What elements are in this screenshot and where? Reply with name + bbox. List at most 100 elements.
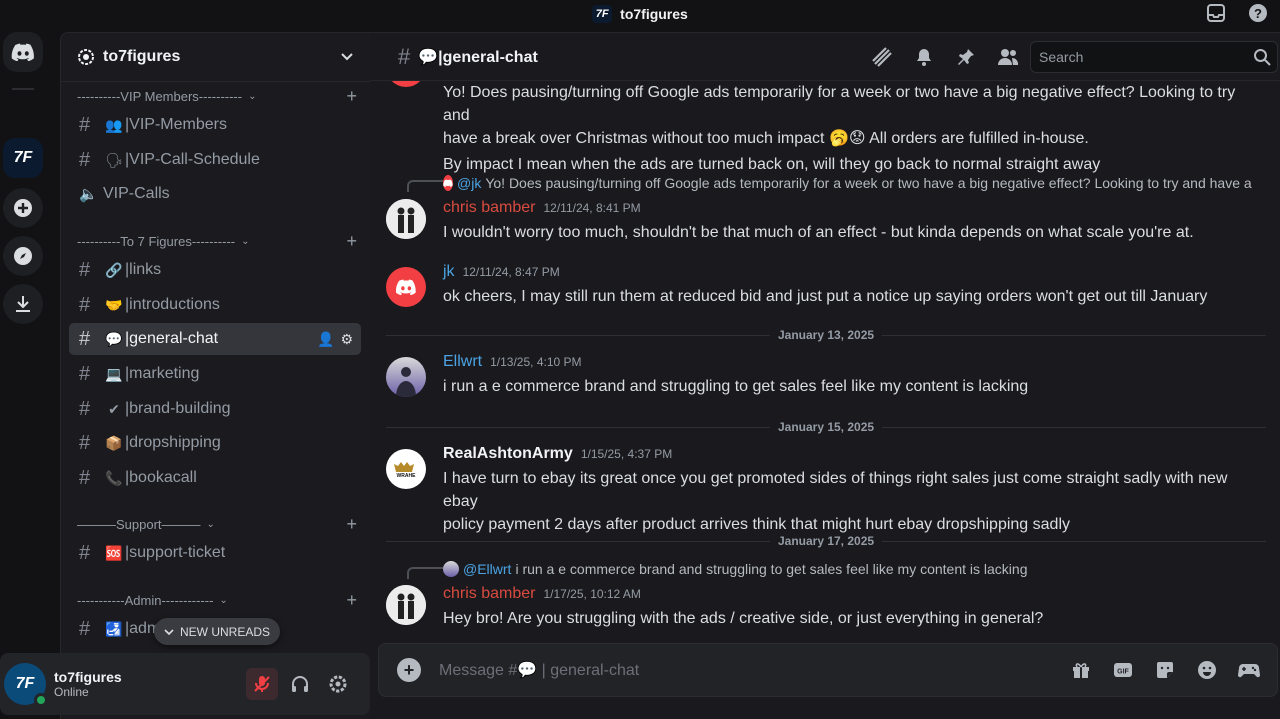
channel-label: |links (125, 261, 162, 278)
username[interactable]: to7figures (54, 669, 122, 685)
add-server-button[interactable] (3, 188, 43, 228)
reply-author[interactable]: @jk (457, 175, 481, 191)
pinned-messages-icon[interactable] (954, 45, 978, 69)
reply-preview[interactable]: @jk Yo! Does pausing/turning off Google … (443, 175, 1253, 191)
reply-connector (407, 180, 443, 192)
channel-dropshipping[interactable]: # 📦 |dropshipping (69, 427, 361, 459)
channel-general-chat[interactable]: # 💬 |general-chat 👤 ⚙ (69, 323, 361, 355)
server-to7figures-button[interactable]: 7F (3, 138, 43, 178)
channel-emoji: 💬 (105, 330, 123, 347)
discover-button[interactable] (3, 236, 43, 276)
message-author[interactable]: chris bamber (443, 585, 535, 603)
reply-preview[interactable]: @Ellwrt i run a e commerce brand and str… (443, 561, 1253, 577)
channel-vip-members[interactable]: # 👥 |VIP-Members (69, 109, 361, 141)
channel-brand-building[interactable]: # ✔ |brand-building (69, 393, 361, 425)
message-composer[interactable]: + Message #💬 | general-chat GIF (378, 643, 1278, 697)
message-input[interactable]: Message #💬 | general-chat (439, 660, 639, 680)
gear-icon (329, 675, 347, 693)
threads-icon[interactable] (870, 45, 894, 69)
date-divider: January 17, 2025 (386, 534, 1266, 548)
add-channel-icon[interactable]: + (346, 86, 357, 107)
message-text: By impact I mean when the ads are turned… (443, 156, 1101, 173)
channel-support-ticket[interactable]: # 🆘 |support-ticket (69, 537, 361, 569)
add-channel-icon[interactable]: + (346, 231, 357, 252)
ellwrt-avatar[interactable] (386, 357, 426, 397)
ellwrt-avatar-mini (443, 561, 459, 577)
invite-members-icon[interactable]: 👤 (317, 331, 334, 348)
mute-microphone-button[interactable] (246, 668, 278, 700)
channel-introductions[interactable]: # 🤝 |introductions (69, 289, 361, 321)
text-channel-icon: # (398, 43, 411, 69)
channel-label: |marketing (125, 365, 200, 382)
reply-text: Yo! Does pausing/turning off Google ads … (485, 175, 1253, 191)
user-panel: 7F to7figures Online (0, 653, 370, 715)
message-author[interactable]: Ellwrt (443, 353, 482, 371)
user-settings-button[interactable] (322, 668, 354, 700)
channel-settings-icon[interactable]: ⚙ (340, 331, 353, 348)
svg-text:?: ? (1254, 6, 1262, 21)
new-unreads-button[interactable]: NEW UNREADS (154, 618, 281, 645)
channel-vip-call-schedule[interactable]: # 🗣 |VIP-Call-Schedule (69, 144, 361, 176)
message-author[interactable]: RealAshtonArmy (443, 445, 573, 463)
message-text: policy payment 2 days after product arri… (443, 516, 1070, 533)
chris-bamber-avatar[interactable] (386, 585, 426, 625)
emoji-icon[interactable] (1195, 658, 1219, 682)
message-text: i run a e commerce brand and struggling … (443, 378, 1029, 395)
gift-icon[interactable] (1069, 658, 1093, 682)
reply-author[interactable]: @Ellwrt (463, 561, 511, 577)
direct-messages-button[interactable] (3, 32, 43, 72)
text-channel-locked-icon: # (79, 148, 91, 171)
chevron-down-icon: ⌄ (219, 594, 228, 606)
category-vip-members[interactable]: ----------VIP Members---------- ⌄ + (75, 86, 357, 107)
headphones-icon (292, 676, 308, 692)
add-channel-icon[interactable]: + (346, 514, 357, 535)
inbox-icon[interactable] (1206, 3, 1226, 23)
microphone-muted-icon (254, 676, 270, 692)
channel-vip-calls[interactable]: 🔈 VIP-Calls (69, 178, 361, 210)
deafen-button[interactable] (284, 668, 316, 700)
category-to-7-figures[interactable]: ----------To 7 Figures---------- ⌄ + (75, 231, 357, 252)
date-divider: January 13, 2025 (386, 328, 1266, 342)
discord-avatar-icon[interactable] (386, 81, 426, 87)
message-timestamp: 12/11/24, 8:41 PM (543, 201, 641, 215)
gif-icon[interactable]: GIF (1111, 658, 1135, 682)
channel-bookacall[interactable]: # 📞 |bookacall (69, 462, 361, 494)
category-support[interactable]: ———Support——— ⌄ + (75, 514, 357, 535)
discord-avatar-mini-icon (443, 175, 453, 191)
channel-header: # 💬|general-chat Search (370, 33, 1280, 81)
message-author[interactable]: jk (443, 263, 455, 281)
apps-gamepad-icon[interactable] (1237, 658, 1261, 682)
help-icon[interactable]: ? (1248, 3, 1268, 23)
discord-app: 7F to7figures ? 7F to7figures ----------… (0, 0, 1280, 719)
emoji-yawning: 🥱 (828, 130, 849, 147)
message-text: Hey bro! Are you struggling with the ads… (443, 610, 1044, 627)
member-list-icon[interactable] (996, 45, 1020, 69)
text-channel-icon: # (79, 466, 91, 489)
message-text: Yo! Does pausing/turning off Google ads … (443, 84, 1236, 124)
category-label: ----------VIP Members---------- (77, 88, 243, 104)
realashtonarmy-avatar[interactable]: WRAHE (386, 449, 426, 489)
upload-plus-icon[interactable]: + (397, 658, 421, 682)
channel-marketing[interactable]: # 💻 |marketing (69, 358, 361, 390)
chris-bamber-avatar[interactable] (386, 199, 426, 239)
user-avatar[interactable]: 7F (4, 663, 48, 707)
sticker-icon[interactable] (1153, 658, 1177, 682)
server-logo-icon: 7F (592, 5, 613, 23)
channel-links[interactable]: # 🔗 |links (69, 254, 361, 286)
server-header[interactable]: to7figures (61, 33, 370, 82)
reply-text: i run a e commerce brand and struggling … (515, 561, 1028, 577)
notification-bell-icon[interactable] (912, 45, 936, 69)
add-channel-icon[interactable]: + (346, 590, 357, 611)
channel-label: |dropshipping (125, 434, 221, 451)
emoji-worried: 😟 (848, 130, 866, 147)
channel-emoji: 🗣 (105, 151, 123, 168)
message-author[interactable]: chris bamber (443, 199, 535, 217)
discord-avatar-icon[interactable] (386, 267, 426, 307)
search-input[interactable]: Search (1030, 41, 1278, 73)
category-admin[interactable]: -----------Admin------------ ⌄ + (75, 590, 357, 611)
rail-separator (12, 88, 34, 90)
download-apps-button[interactable] (3, 284, 43, 324)
chevron-down-icon[interactable] (340, 52, 354, 62)
chevron-down-icon: ⌄ (241, 235, 250, 247)
text-channel-icon: # (79, 293, 91, 316)
